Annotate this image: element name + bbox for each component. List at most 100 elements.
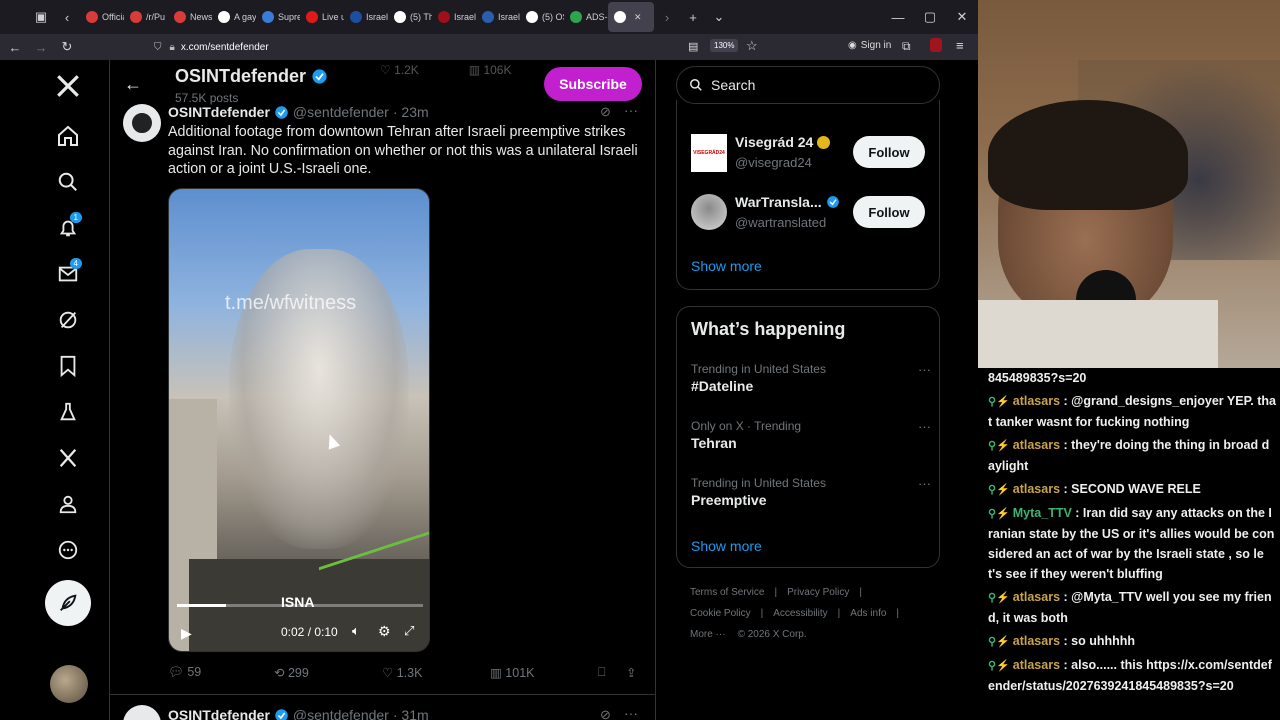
views-button[interactable]: ▥ 101K xyxy=(490,665,535,680)
close-tab-icon[interactable]: ✕ xyxy=(634,12,642,23)
video-source-label: ISNA xyxy=(281,594,315,610)
browser-tab-0[interactable]: Officia xyxy=(80,2,124,32)
messages-icon[interactable]: 4 xyxy=(48,254,88,294)
trend-item-2[interactable]: Trending in United States Preemptive ··· xyxy=(691,476,931,508)
back-arrow-icon[interactable]: ← xyxy=(124,74,142,95)
browser-tab-1[interactable]: /r/Pu xyxy=(124,2,168,32)
tweet-handle[interactable]: @sentdefender xyxy=(293,104,389,120)
trend-more-icon[interactable]: ··· xyxy=(918,419,931,434)
follow-button-1[interactable]: Follow xyxy=(853,196,925,228)
share-icon[interactable]: ⇪ xyxy=(626,665,636,680)
trend-item-0[interactable]: Trending in United States #Dateline ··· xyxy=(691,362,931,394)
forward-icon[interactable]: → xyxy=(28,34,54,60)
chat-username[interactable]: atlasars xyxy=(1013,590,1060,604)
premium-x-icon[interactable] xyxy=(48,438,88,478)
menu-icon[interactable]: ≡ xyxy=(956,38,964,53)
chat-username[interactable]: atlasars xyxy=(1013,482,1060,496)
reload-icon[interactable]: ↻ xyxy=(54,34,80,60)
next-tweet-avatar[interactable] xyxy=(123,705,161,720)
chat-username[interactable]: atlasars xyxy=(1013,634,1060,648)
new-tab-icon[interactable]: + xyxy=(680,2,706,32)
bookmark-star-icon[interactable]: ☆ xyxy=(746,38,758,54)
browser-tab-5[interactable]: Live u xyxy=(300,2,344,32)
more-options-icon[interactable] xyxy=(48,530,88,570)
accessibility-link[interactable]: Accessibility xyxy=(773,608,827,619)
tab-list-icon[interactable]: ⌄ xyxy=(706,2,732,32)
compose-post-button[interactable] xyxy=(45,580,91,626)
browser-tab-6[interactable]: Israel xyxy=(344,2,388,32)
browser-tab-12[interactable]: ✕ xyxy=(608,2,654,32)
tab-favicon-icon xyxy=(570,11,582,23)
next-more-icon[interactable]: ··· xyxy=(624,705,638,720)
maximize-icon[interactable]: ▢ xyxy=(914,2,946,32)
tweet-time[interactable]: · 23m xyxy=(393,104,429,120)
browser-tab-8[interactable]: Israel xyxy=(432,2,476,32)
tweet-avatar[interactable] xyxy=(123,104,161,142)
browser-tab-4[interactable]: Supre xyxy=(256,2,300,32)
grok-explain-icon[interactable]: ⊘ xyxy=(600,104,611,120)
reader-view-icon[interactable]: ▤ xyxy=(688,40,698,53)
x-logo-icon[interactable] xyxy=(48,66,88,106)
video-progress-fill xyxy=(177,604,227,607)
jobs-icon[interactable] xyxy=(48,392,88,432)
notifications-icon[interactable]: 1 xyxy=(48,208,88,248)
reply-button[interactable]: 💬︎ 59 xyxy=(168,665,201,680)
show-more-follow[interactable]: Show more xyxy=(691,258,762,274)
search-icon[interactable] xyxy=(48,162,88,202)
like-button[interactable]: ♡ 1.3K xyxy=(382,665,422,680)
tab-overview-icon[interactable]: ▣ xyxy=(28,2,54,32)
close-window-icon[interactable]: ✕ xyxy=(946,2,978,32)
privacy-link[interactable]: Privacy Policy xyxy=(787,587,849,598)
cookie-link[interactable]: Cookie Policy xyxy=(690,608,751,619)
extensions-icon[interactable]: ⧉ xyxy=(902,39,911,54)
x-app: 1 4 ♡ 1.2K ▥ 106K ← OSINTdefender 57.5K … xyxy=(0,60,978,720)
grok-icon[interactable] xyxy=(48,300,88,340)
browser-tab-2[interactable]: News xyxy=(168,2,212,32)
more-footer-link[interactable]: More ··· xyxy=(690,629,726,640)
chat-username[interactable]: atlasars xyxy=(1013,658,1060,672)
chat-username[interactable]: atlasars xyxy=(1013,394,1060,408)
settings-gear-icon[interactable]: ⚙ xyxy=(378,623,391,640)
sign-in-button[interactable]: ◉ Sign in xyxy=(848,40,891,51)
repost-button[interactable]: ⟲ 299 xyxy=(274,665,309,680)
tweet-author-name[interactable]: OSINTdefender xyxy=(168,104,270,120)
play-icon[interactable]: ▶ xyxy=(181,625,192,642)
fullscreen-icon[interactable]: ⤢ xyxy=(404,623,414,639)
video-progress-track[interactable] xyxy=(177,604,423,607)
trend-more-icon[interactable]: ··· xyxy=(918,476,931,491)
browser-tab-9[interactable]: Israel xyxy=(476,2,520,32)
trend-more-icon[interactable]: ··· xyxy=(918,362,931,377)
chat-username[interactable]: Myta_TTV xyxy=(1013,506,1072,520)
tab-scroll-left-icon[interactable]: ‹ xyxy=(54,2,80,32)
tab-label: (5) Th xyxy=(410,12,432,22)
terms-link[interactable]: Terms of Service xyxy=(690,587,764,598)
verified-badge-icon xyxy=(312,69,327,84)
volume-icon[interactable]: 🔈︎ xyxy=(352,623,360,639)
show-more-trends[interactable]: Show more xyxy=(691,538,762,554)
ads-info-link[interactable]: Ads info xyxy=(850,608,886,619)
subscribe-button[interactable]: Subscribe xyxy=(544,67,642,101)
profile-icon[interactable] xyxy=(48,484,88,524)
tweet-video[interactable]: t.me/wfwitness ISNA ▶ 0:02 / 0:10 🔈︎ ⚙ ⤢ xyxy=(168,188,430,652)
ublock-icon[interactable] xyxy=(930,38,942,52)
search-input[interactable]: Search xyxy=(676,66,940,104)
tab-favicon-icon xyxy=(218,11,230,23)
browser-tab-7[interactable]: (5) Th xyxy=(388,2,432,32)
tab-scroll-right-icon[interactable]: › xyxy=(654,2,680,32)
browser-tab-10[interactable]: (5) OS xyxy=(520,2,564,32)
zoom-level[interactable]: 130% xyxy=(710,39,739,52)
next-grok-icon[interactable]: ⊘ xyxy=(600,707,611,720)
back-icon[interactable]: ← xyxy=(2,34,28,60)
browser-tab-3[interactable]: A gay xyxy=(212,2,256,32)
chat-username[interactable]: atlasars xyxy=(1013,438,1060,452)
tweet-more-icon[interactable]: ··· xyxy=(624,102,638,118)
trend-item-1[interactable]: Only on X · Trending Tehran ··· xyxy=(691,419,931,451)
minimize-icon[interactable]: — xyxy=(882,2,914,32)
bookmark-button-icon[interactable]: ⎕ xyxy=(598,665,606,680)
browser-tab-11[interactable]: ADS- xyxy=(564,2,608,32)
bookmarks-icon[interactable] xyxy=(48,346,88,386)
follow-button-0[interactable]: Follow xyxy=(853,136,925,168)
account-avatar[interactable] xyxy=(50,665,88,703)
chat-message: ⚲⚡ atlasars : they're doing the thing in … xyxy=(988,435,1276,476)
home-icon[interactable] xyxy=(48,116,88,156)
